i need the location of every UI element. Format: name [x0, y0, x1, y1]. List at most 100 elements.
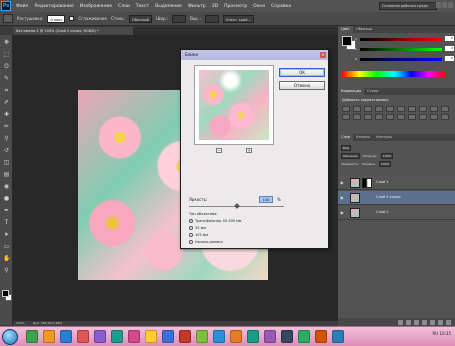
layer-row[interactable]: ◉ Слой 2 копия	[338, 191, 455, 205]
radio-button[interactable]	[189, 219, 193, 223]
taskbar-app-icon[interactable]	[128, 330, 140, 343]
layer-style-icon[interactable]	[406, 319, 411, 325]
radio-button[interactable]	[189, 240, 193, 244]
history-brush-icon[interactable]: ↺	[3, 147, 10, 154]
green-value[interactable]: 0	[445, 46, 454, 51]
layer-row[interactable]: ◉ Слой 2	[338, 206, 455, 220]
taskbar-app-icon[interactable]	[145, 330, 157, 343]
blue-value[interactable]: 0	[445, 56, 454, 61]
taskbar-app-icon[interactable]	[230, 330, 242, 343]
new-layer-icon[interactable]	[438, 319, 443, 325]
shape-icon[interactable]: ▭	[3, 243, 10, 250]
adjustment-icon[interactable]	[364, 114, 372, 120]
taskbar-app-icon[interactable]	[281, 330, 293, 343]
layer-mask-thumbnail[interactable]	[362, 178, 372, 188]
tab-channels[interactable]: Каналы	[353, 134, 373, 141]
feather-input[interactable]: 0 пикс	[47, 14, 66, 23]
blur-icon[interactable]: ◉	[3, 183, 10, 190]
adjustment-icon[interactable]	[441, 106, 449, 112]
hand-icon[interactable]: ✋	[3, 255, 10, 262]
trash-icon[interactable]	[446, 319, 451, 325]
tab-styles[interactable]: Стили	[364, 88, 381, 95]
cancel-button[interactable]: Отмена	[279, 81, 325, 90]
adjustment-icon[interactable]	[342, 106, 350, 112]
taskbar-app-icon[interactable]	[111, 330, 123, 343]
adjustment-layer-icon[interactable]	[422, 319, 427, 325]
menu-item[interactable]: Окно	[250, 4, 268, 9]
blend-mode-select[interactable]: Обычные	[341, 152, 360, 159]
taskbar-app-icon[interactable]	[213, 330, 225, 343]
gradient-icon[interactable]: ▤	[3, 171, 10, 178]
fill-input[interactable]: 100%	[378, 160, 392, 167]
link-layers-icon[interactable]	[398, 319, 403, 325]
taskbar-app-icon[interactable]	[298, 330, 310, 343]
brush-icon[interactable]: ✏	[3, 123, 10, 130]
adjustment-icon[interactable]	[441, 114, 449, 120]
tab-paths[interactable]: Контуры	[373, 134, 395, 141]
marquee-icon[interactable]: ⬚	[3, 51, 10, 58]
adjustment-icon[interactable]	[419, 106, 427, 112]
document-tab[interactable]: Без имени-1 @ 100% (Слой 2 копия, RGB/8)…	[13, 27, 133, 35]
adjustment-icon[interactable]	[342, 114, 350, 120]
taskbar-app-icon[interactable]	[26, 330, 38, 343]
ok-button[interactable]: OK	[279, 68, 325, 77]
adjustment-icon[interactable]	[397, 114, 405, 120]
adjustment-icon[interactable]	[408, 114, 416, 120]
dodge-icon[interactable]: ●	[3, 195, 10, 202]
visibility-eye-icon[interactable]: ◉	[340, 210, 345, 215]
menu-item[interactable]: 3D	[209, 4, 221, 9]
eraser-icon[interactable]: ◫	[3, 159, 10, 166]
lens-type-radio[interactable]: 105 мм	[189, 233, 208, 237]
height-input[interactable]	[204, 14, 219, 23]
panel-foreground-swatch[interactable]	[342, 36, 352, 46]
pen-icon[interactable]: ✒	[3, 207, 10, 214]
adjustment-icon[interactable]	[386, 106, 394, 112]
red-value[interactable]: 0	[445, 36, 454, 41]
zoom-icon[interactable]: ⚲	[3, 267, 10, 274]
menu-item[interactable]: Справка	[268, 4, 294, 9]
style-select[interactable]: Обычный	[128, 14, 153, 23]
close-icon[interactable]: ×	[320, 52, 326, 58]
path-select-icon[interactable]: ➤	[3, 231, 10, 238]
taskbar-app-icon[interactable]	[264, 330, 276, 343]
antialias-checkbox[interactable]	[69, 16, 75, 21]
lasso-icon[interactable]: ʘ	[3, 63, 10, 70]
taskbar-app-icon[interactable]	[179, 330, 191, 343]
menu-item[interactable]: Текст	[133, 4, 152, 9]
brightness-slider-thumb[interactable]	[233, 203, 240, 209]
menu-item[interactable]: Выделение	[152, 4, 185, 9]
layer-row[interactable]: ◉ Слой 1	[338, 176, 455, 190]
move-icon[interactable]: ✥	[3, 39, 10, 46]
menu-item[interactable]: Слои	[115, 4, 133, 9]
adjustment-icon[interactable]	[430, 106, 438, 112]
radio-button[interactable]	[189, 233, 193, 237]
taskbar-app-icon[interactable]	[196, 330, 208, 343]
adjustment-icon[interactable]	[430, 114, 438, 120]
green-slider[interactable]: G 0	[355, 46, 454, 51]
opacity-input[interactable]: 100%	[380, 152, 394, 159]
close-icon[interactable]	[448, 2, 453, 8]
adjustment-icon[interactable]	[419, 114, 427, 120]
tab-layers[interactable]: Слои	[338, 134, 354, 141]
start-button[interactable]	[2, 329, 18, 345]
zoom-in-button[interactable]: +	[246, 148, 252, 153]
taskbar-app-icon[interactable]	[247, 330, 259, 343]
eyedropper-icon[interactable]: ✐	[3, 99, 10, 106]
layer-kind-filter[interactable]: Вид	[341, 144, 352, 151]
tab-adjustments[interactable]: Коррекция	[338, 88, 365, 95]
taskbar-app-icon[interactable]	[77, 330, 89, 343]
healing-icon[interactable]: ✚	[3, 111, 10, 118]
maximize-icon[interactable]	[442, 2, 447, 8]
menu-item[interactable]: Редактирование	[31, 4, 76, 9]
type-icon[interactable]: T	[3, 219, 10, 226]
adjustment-icon[interactable]	[364, 106, 372, 112]
taskbar-app-icon[interactable]	[94, 330, 106, 343]
taskbar-app-icon[interactable]	[60, 330, 72, 343]
foreground-color-swatch[interactable]	[2, 290, 9, 297]
flare-preview[interactable]	[194, 65, 274, 145]
adjustment-icon[interactable]	[353, 106, 361, 112]
add-mask-icon[interactable]	[414, 319, 419, 325]
crop-icon[interactable]: ⌗	[3, 87, 10, 94]
adjustment-icon[interactable]	[408, 106, 416, 112]
workspace-select[interactable]: Основная рабочая среда	[379, 2, 437, 10]
